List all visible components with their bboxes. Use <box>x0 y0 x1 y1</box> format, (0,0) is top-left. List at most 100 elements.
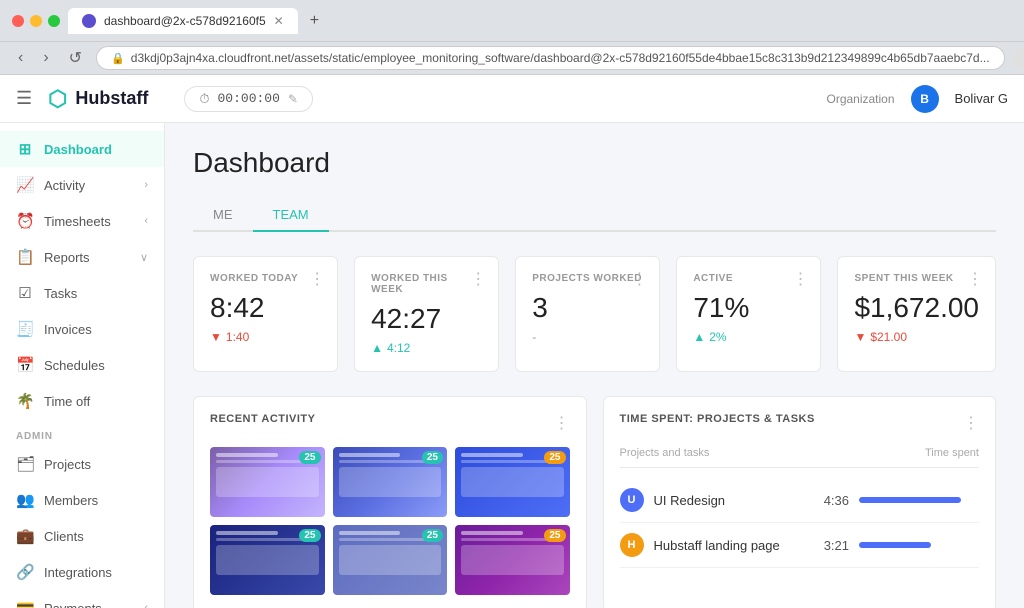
sidebar: ⊞ Dashboard 📈 Activity › ⏰ Timesheets ‹ … <box>0 123 165 608</box>
activity-thumb-1[interactable]: 25 <box>210 447 325 517</box>
activity-thumb-3[interactable]: 25 <box>455 447 570 517</box>
stat-menu-active[interactable]: ⋮ <box>792 269 808 289</box>
new-tab-button[interactable]: + <box>310 12 319 30</box>
sidebar-label-activity: Activity <box>44 178 85 193</box>
project-icon-hubstaff-landing: H <box>620 533 644 557</box>
project-name-ui-redesign: UI Redesign <box>654 493 800 508</box>
recent-activity-panel: RECENT ACTIVITY ⋮ <box>193 396 587 608</box>
menu-button[interactable]: ☰ <box>16 88 32 109</box>
activity-icon: 📈 <box>16 176 34 194</box>
stat-menu-worked-today[interactable]: ⋮ <box>309 269 325 289</box>
user-initial: B <box>920 92 929 106</box>
stat-value-projects: 3 <box>532 292 643 324</box>
stat-change-spent: ▼ $21.00 <box>854 330 979 344</box>
arrow-up-icon-active: ▲ <box>693 330 705 344</box>
logo: ⬡ Hubstaff <box>48 86 148 112</box>
sidebar-label-timeoff: Time off <box>44 394 90 409</box>
tabs: ME TEAM <box>193 199 996 232</box>
time-bar-wrap-hubstaff-landing <box>859 542 979 548</box>
sidebar-item-tasks[interactable]: ☑ Tasks <box>0 275 164 311</box>
stat-change-worked-week: ▲ 4:12 <box>371 341 482 355</box>
recent-activity-title: RECENT ACTIVITY <box>210 413 554 425</box>
sidebar-item-reports[interactable]: 📋 Reports ∨ <box>0 239 164 275</box>
time-spent-menu[interactable]: ⋮ <box>963 413 979 433</box>
stat-card-worked-week: WORKED THIS WEEK 42:27 ▲ 4:12 ⋮ <box>354 256 499 372</box>
sidebar-item-timeoff[interactable]: 🌴 Time off <box>0 383 164 419</box>
thumb-badge-6: 25 <box>544 529 565 542</box>
stat-value-worked-week: 42:27 <box>371 303 482 335</box>
sidebar-label-reports: Reports <box>44 250 90 265</box>
time-bar-hubstaff-landing <box>859 542 931 548</box>
sidebar-item-projects[interactable]: 🗂 Projects <box>0 446 164 482</box>
admin-section-label: ADMIN <box>0 419 164 446</box>
sidebar-item-schedules[interactable]: 📅 Schedules <box>0 347 164 383</box>
stat-menu-spent[interactable]: ⋮ <box>967 269 983 289</box>
browser-chrome: dashboard@2x-c578d92160f5 ✕ + <box>0 0 1024 42</box>
stat-menu-worked-week[interactable]: ⋮ <box>470 269 486 289</box>
timesheets-chevron-icon: ‹ <box>144 215 148 227</box>
minimize-dot[interactable] <box>30 15 42 27</box>
tab-title: dashboard@2x-c578d92160f5 <box>104 14 266 28</box>
project-name-hubstaff-landing: Hubstaff landing page <box>654 538 800 553</box>
arrow-down-icon-spent: ▼ <box>854 330 866 344</box>
sidebar-label-integrations: Integrations <box>44 565 112 580</box>
profile-button[interactable]: 👤 Guest <box>1013 47 1024 69</box>
activity-thumb-4[interactable]: 25 <box>210 525 325 595</box>
tab-team[interactable]: TEAM <box>253 199 329 232</box>
tasks-icon: ☑ <box>16 284 34 302</box>
tab-close-icon[interactable]: ✕ <box>274 14 284 28</box>
stat-card-worked-today: WORKED TODAY 8:42 ▼ 1:40 ⋮ <box>193 256 338 372</box>
timer-icon: ⏱ <box>199 91 209 107</box>
activity-thumb-5[interactable]: 25 <box>333 525 448 595</box>
sidebar-item-members[interactable]: 👥 Members <box>0 482 164 518</box>
activity-chevron-icon: › <box>144 179 148 191</box>
sidebar-item-invoices[interactable]: 🧾 Invoices <box>0 311 164 347</box>
reports-icon: 📋 <box>16 248 34 266</box>
activity-grid: 25 25 <box>210 447 570 595</box>
timer-edit-icon[interactable]: ✎ <box>288 92 298 106</box>
app-body: ⊞ Dashboard 📈 Activity › ⏰ Timesheets ‹ … <box>0 123 1024 608</box>
logo-icon: ⬡ <box>48 86 67 112</box>
sidebar-label-projects: Projects <box>44 457 91 472</box>
sidebar-item-clients[interactable]: 💼 Clients <box>0 518 164 554</box>
stat-card-projects: PROJECTS WORKED 3 - ⋮ <box>515 256 660 372</box>
sidebar-item-timesheets[interactable]: ⏰ Timesheets ‹ <box>0 203 164 239</box>
sidebar-item-integrations[interactable]: 🔗 Integrations <box>0 554 164 590</box>
timer-widget[interactable]: ⏱ 00:00:00 ✎ <box>184 86 313 112</box>
stat-delta-worked-week: 4:12 <box>387 341 410 355</box>
close-dot[interactable] <box>12 15 24 27</box>
sidebar-label-dashboard: Dashboard <box>44 142 112 157</box>
integrations-icon: 🔗 <box>16 563 34 581</box>
back-button[interactable]: ‹ <box>12 47 29 69</box>
invoices-icon: 🧾 <box>16 320 34 338</box>
tab-me[interactable]: ME <box>193 199 253 232</box>
time-table-header: Projects and tasks Time spent <box>620 447 980 468</box>
recent-activity-menu[interactable]: ⋮ <box>554 413 570 433</box>
activity-thumb-6[interactable]: 25 <box>455 525 570 595</box>
members-icon: 👥 <box>16 491 34 509</box>
reload-button[interactable]: ↺ <box>63 46 88 70</box>
reports-chevron-icon: ∨ <box>140 251 148 264</box>
browser-tab[interactable]: dashboard@2x-c578d92160f5 ✕ <box>68 8 298 34</box>
stat-label-spent: SPENT THIS WEEK <box>854 273 979 284</box>
address-bar[interactable]: 🔒 d3kdj0p3ajn4xa.cloudfront.net/assets/s… <box>96 46 1005 70</box>
browser-dots <box>12 15 60 27</box>
address-bar-row: ‹ › ↺ 🔒 d3kdj0p3ajn4xa.cloudfront.net/as… <box>0 42 1024 75</box>
activity-thumb-2[interactable]: 25 <box>333 447 448 517</box>
stat-value-worked-today: 8:42 <box>210 292 321 324</box>
timer-display: 00:00:00 <box>218 91 280 106</box>
stat-change-projects: - <box>532 330 643 344</box>
maximize-dot[interactable] <box>48 15 60 27</box>
col-projects-label: Projects and tasks <box>620 447 920 459</box>
sidebar-item-activity[interactable]: 📈 Activity › <box>0 167 164 203</box>
stat-delta-spent: $21.00 <box>870 330 907 344</box>
projects-icon: 🗂 <box>16 455 34 473</box>
thumb-badge-3: 25 <box>544 451 565 464</box>
sidebar-label-clients: Clients <box>44 529 84 544</box>
logo-text: Hubstaff <box>75 88 148 109</box>
sidebar-item-payments[interactable]: 💳 Payments ‹ <box>0 590 164 608</box>
stat-menu-projects[interactable]: ⋮ <box>631 269 647 289</box>
forward-button[interactable]: › <box>37 47 54 69</box>
sidebar-item-dashboard[interactable]: ⊞ Dashboard <box>0 131 164 167</box>
stat-value-active: 71% <box>693 292 804 324</box>
